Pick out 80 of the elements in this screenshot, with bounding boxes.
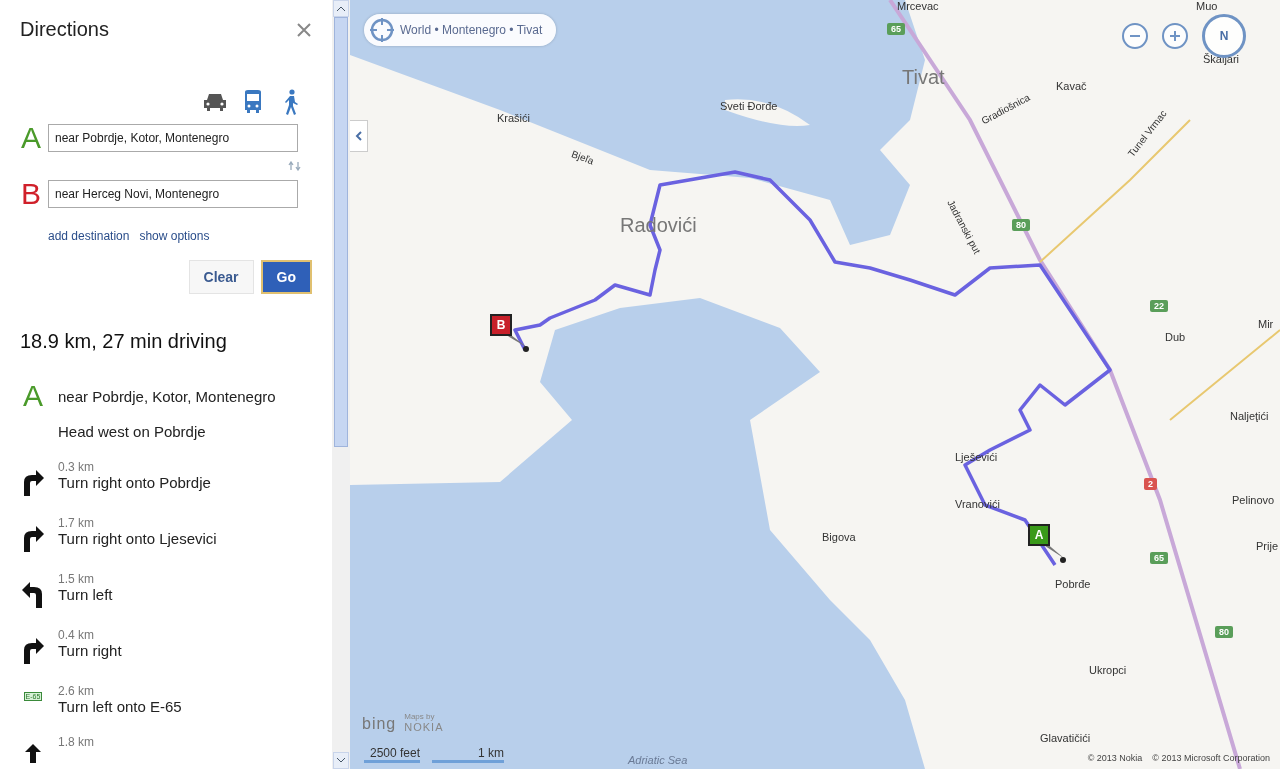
place-label: Sveti Đorđe (720, 100, 778, 112)
plus-icon (1169, 30, 1181, 42)
chevron-down-icon (337, 758, 345, 763)
place-label: Ukropci (1089, 664, 1127, 676)
location-field[interactable]: near Herceg Novi, Montenegro (48, 180, 298, 208)
place-label: Pobrđe (1055, 578, 1091, 590)
step-instruction: Turn right onto Pobrdje (58, 474, 211, 491)
place-label: Naljeţići (1230, 410, 1269, 422)
copyright-text: © 2013 Nokia (1087, 753, 1143, 763)
walking-person-icon (283, 89, 299, 115)
bus-icon (242, 90, 264, 114)
provider-caption: Maps by (404, 712, 436, 721)
route-marker[interactable]: B (490, 314, 512, 336)
waypoint-letter: B (20, 179, 42, 209)
place-label: Prije (1256, 540, 1278, 552)
turn-right-icon (21, 636, 45, 664)
scale-bar: 1 km (432, 746, 504, 763)
chevron-up-icon (337, 6, 345, 11)
collapse-panel-button[interactable] (350, 120, 368, 152)
provider-logo: NOKIA (404, 721, 444, 733)
place-label: Dub (1165, 331, 1186, 343)
place-label: Glavatičići (1040, 732, 1091, 744)
place-label: Adriatic Sea (628, 754, 688, 766)
turn-right-icon (21, 524, 45, 552)
step-distance: 0.4 km (58, 628, 95, 642)
step-instruction: Turn left onto E-65 (58, 698, 182, 715)
swap-icon[interactable] (288, 161, 302, 171)
scale-bar: 2500 feet (364, 746, 420, 763)
breadcrumb-text: World • Montenegro • Tivat (400, 23, 543, 37)
waypoint-letter: A (20, 123, 42, 153)
chevron-left-icon (355, 131, 362, 141)
copyright-text: © 2013 Microsoft Corporation (1152, 753, 1270, 763)
road-shield: 65 (887, 23, 905, 35)
start-letter: A (22, 381, 44, 411)
go-button[interactable]: Go (260, 260, 312, 294)
step-instruction: Turn right (58, 642, 122, 659)
place-label: Mir (1258, 318, 1274, 330)
road-shield: 2 (1144, 478, 1157, 490)
step-instruction: Turn left (58, 586, 113, 603)
location-field[interactable]: near Pobrdje, Kotor, Montenegro (48, 124, 298, 152)
scroll-up-button[interactable] (333, 0, 349, 17)
step-distance: 1.8 km (58, 735, 94, 749)
place-label: Tivat (902, 66, 945, 89)
place-label: Kavač (1056, 80, 1087, 92)
step-distance: 0.3 km (58, 460, 95, 474)
scroll-thumb[interactable] (334, 17, 348, 447)
breadcrumb-bar[interactable]: World • Montenegro • Tivat (364, 14, 557, 46)
locate-icon[interactable] (370, 18, 394, 42)
option-link[interactable]: add destination (48, 229, 130, 243)
route-summary: 18.9 km, 27 min driving (20, 330, 228, 353)
close-button[interactable] (296, 21, 312, 38)
zoom-in-button[interactable] (1162, 23, 1188, 49)
option-link[interactable]: show options (139, 229, 210, 243)
step-instruction: Turn right onto Ljesevici (58, 530, 217, 547)
panel-title: Directions (20, 18, 109, 41)
turn-left-icon (21, 580, 45, 608)
place-label: Bigova (822, 531, 856, 543)
place-label: Muo (1196, 0, 1218, 12)
road-shield: 80 (1012, 219, 1030, 231)
place-label: Mrcevac (897, 0, 939, 12)
step-distance: 1.7 km (58, 516, 95, 530)
scroll-down-button[interactable] (333, 752, 349, 769)
scrollbar[interactable] (332, 0, 350, 769)
turn-right-icon (21, 468, 45, 496)
route-marker[interactable]: A (1028, 524, 1050, 546)
place-label: Krašići (497, 112, 530, 124)
brand-logo: bing (362, 715, 397, 733)
step-instruction: Head west on Pobrdje (58, 423, 206, 440)
zoom-out-button[interactable] (1122, 23, 1148, 49)
road-shield: 80 (1215, 626, 1233, 638)
road-shield: 22 (1150, 300, 1168, 312)
place-label: Pelinovo (1232, 494, 1275, 506)
step-distance: 1.5 km (58, 572, 95, 586)
step-distance: 2.6 km (58, 684, 95, 698)
place-label: Bjeľa (570, 148, 596, 167)
car-icon (203, 92, 227, 112)
road-shield: 65 (1150, 552, 1168, 564)
straight-arrow-icon (23, 743, 43, 763)
clear-button[interactable]: Clear (188, 260, 254, 294)
start-address: near Pobrdje, Kotor, Montenegro (58, 387, 276, 405)
